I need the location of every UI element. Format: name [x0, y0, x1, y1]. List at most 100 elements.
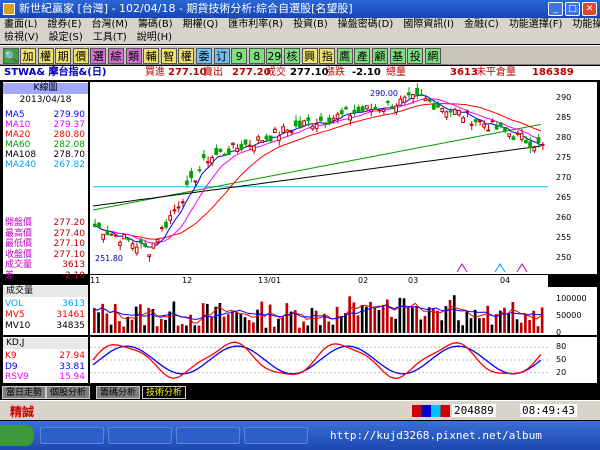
menu-item[interactable]: 期權(Q)	[183, 18, 219, 31]
volume-bar	[411, 307, 414, 333]
toolbar-button[interactable]: 顧	[372, 48, 388, 64]
toolbar-button[interactable]: 投	[407, 48, 424, 64]
toolbar-button[interactable]: 核	[284, 48, 300, 64]
date-tick-label: 03	[408, 276, 419, 285]
toolbar-button[interactable]: 智	[160, 48, 177, 64]
candle-body	[461, 117, 465, 124]
toolbar-button[interactable]: 權	[37, 48, 54, 64]
kd-chart[interactable]	[90, 337, 548, 383]
menu-item[interactable]: 功能操作(F)	[572, 18, 600, 31]
volume-bar	[398, 297, 402, 333]
status-bar: 精誠 204889 08:49:43	[0, 400, 600, 420]
title-bar: 新世紀贏家 [台灣] - 102/04/18 - 期貨技術分析:綜合自選股[名望…	[0, 0, 600, 18]
menu-item[interactable]: 操盤密碼(D)	[338, 18, 394, 31]
toolbar-button[interactable]: 產	[354, 48, 371, 64]
toolbar-button[interactable]: 興	[301, 48, 318, 64]
task-item[interactable]	[108, 427, 172, 444]
menu-item[interactable]: 設定(S)	[49, 31, 83, 44]
menu-item[interactable]: 檢視(V)	[4, 31, 39, 44]
close-button[interactable]: ✕	[582, 2, 597, 16]
minimize-button[interactable]: _	[548, 2, 563, 16]
candle-body	[352, 109, 357, 114]
menu-item[interactable]: 說明(H)	[137, 31, 172, 44]
candle-body	[126, 237, 131, 241]
volume-bar	[176, 325, 180, 333]
tab-2[interactable]: 籌碼分析	[96, 386, 141, 399]
toolbar-button[interactable]: 8	[248, 48, 265, 64]
indicator-value: 282.08	[53, 140, 86, 150]
task-item[interactable]	[244, 427, 308, 444]
toolbar-button[interactable]: 加	[20, 48, 36, 64]
volume-chart[interactable]	[90, 287, 548, 335]
menu-item[interactable]: 投資(B)	[293, 18, 328, 31]
menu-item[interactable]: 匯市利率(R)	[228, 18, 283, 31]
toolbar-button[interactable]: 基	[389, 48, 406, 64]
candle-body	[314, 123, 319, 129]
volume-bar	[381, 304, 385, 333]
volume-bar	[339, 315, 343, 333]
indicator-value: 278.70	[53, 150, 86, 160]
toolbar-button[interactable]: 輔	[143, 48, 160, 64]
indicator-name: RSV9	[5, 372, 29, 382]
toolbar-button[interactable]: 類	[125, 48, 142, 64]
volume-bar	[440, 320, 444, 333]
volume-bar	[172, 301, 176, 333]
search-icon[interactable]: 🔍	[3, 48, 19, 64]
toolbar-button[interactable]: 鷹	[336, 48, 353, 64]
toolbar: 🔍 加權期價選綜類輔智權委订 9 8 29 核興指鷹產顧基投網	[0, 45, 600, 65]
task-item[interactable]	[40, 427, 104, 444]
volume-bar	[252, 322, 255, 333]
menu-item[interactable]: 功能選擇(F)	[509, 18, 563, 31]
date-tick-label: 04	[500, 276, 511, 285]
volume-label: 總量	[386, 67, 406, 78]
candle-body	[369, 108, 373, 112]
price-chart[interactable]: 290.00 251.80	[90, 82, 548, 274]
volume-bar	[406, 307, 410, 333]
candle-body	[457, 110, 461, 116]
oi-label: 未平倉量	[476, 67, 516, 78]
task-item[interactable]	[176, 427, 240, 444]
menu-item[interactable]: 證券(E)	[47, 18, 81, 31]
menu-item[interactable]: 畫面(L)	[4, 18, 37, 31]
tab-1[interactable]: 個股分析	[46, 386, 91, 399]
date-tick-label: 12	[182, 276, 193, 285]
start-button[interactable]	[0, 425, 34, 446]
kd-info-panel: KD,J K9 27.94 D9 33.81 RSV9 15.94	[3, 337, 88, 383]
tab-3[interactable]: 技術分析	[142, 386, 187, 399]
toolbar-button[interactable]: 選	[90, 48, 107, 64]
toolbar-button[interactable]: 委	[196, 48, 212, 64]
candle-body	[339, 110, 344, 115]
menu-item[interactable]: 工具(T)	[93, 31, 127, 44]
toolbar-button[interactable]: 綜	[108, 48, 124, 64]
toolbar-button[interactable]: 9	[231, 48, 248, 64]
kd-axis: 80 50 20	[548, 337, 597, 383]
candle-body	[478, 120, 482, 123]
volume-bar	[528, 319, 531, 333]
menu-item[interactable]: 國際資訊(I)	[403, 18, 454, 31]
candle-body	[155, 239, 160, 243]
indicator-name: 開盤價	[5, 218, 33, 228]
toolbar-button[interactable]: 指	[319, 48, 336, 64]
toolbar-button[interactable]: 網	[424, 48, 441, 64]
tab-0[interactable]: 當日走勢	[2, 386, 47, 399]
volume-bar	[164, 319, 167, 333]
signal-marker	[456, 263, 468, 273]
toolbar-button[interactable]: 订	[213, 48, 230, 64]
maximize-button[interactable]: □	[565, 2, 580, 16]
date-axis: 11 12 13/01 02 03 04	[90, 275, 548, 287]
candle-body	[298, 120, 302, 128]
candle-body	[231, 142, 235, 146]
volume-bar	[348, 296, 351, 333]
candle-body	[277, 135, 281, 141]
candle-body	[335, 113, 340, 120]
toolbar-button[interactable]: 期	[55, 48, 72, 64]
toolbar-button[interactable]: 29	[266, 48, 283, 64]
signal-marker	[516, 263, 528, 273]
indicator-name: K9	[5, 351, 17, 361]
toolbar-button[interactable]: 權	[178, 48, 195, 64]
menu-item[interactable]: 籌碼(B)	[138, 18, 173, 31]
toolbar-button[interactable]: 價	[72, 48, 89, 64]
menu-item[interactable]: 金融(C)	[464, 18, 499, 31]
menu-item[interactable]: 台灣(M)	[92, 18, 128, 31]
volume-bar	[536, 326, 540, 333]
